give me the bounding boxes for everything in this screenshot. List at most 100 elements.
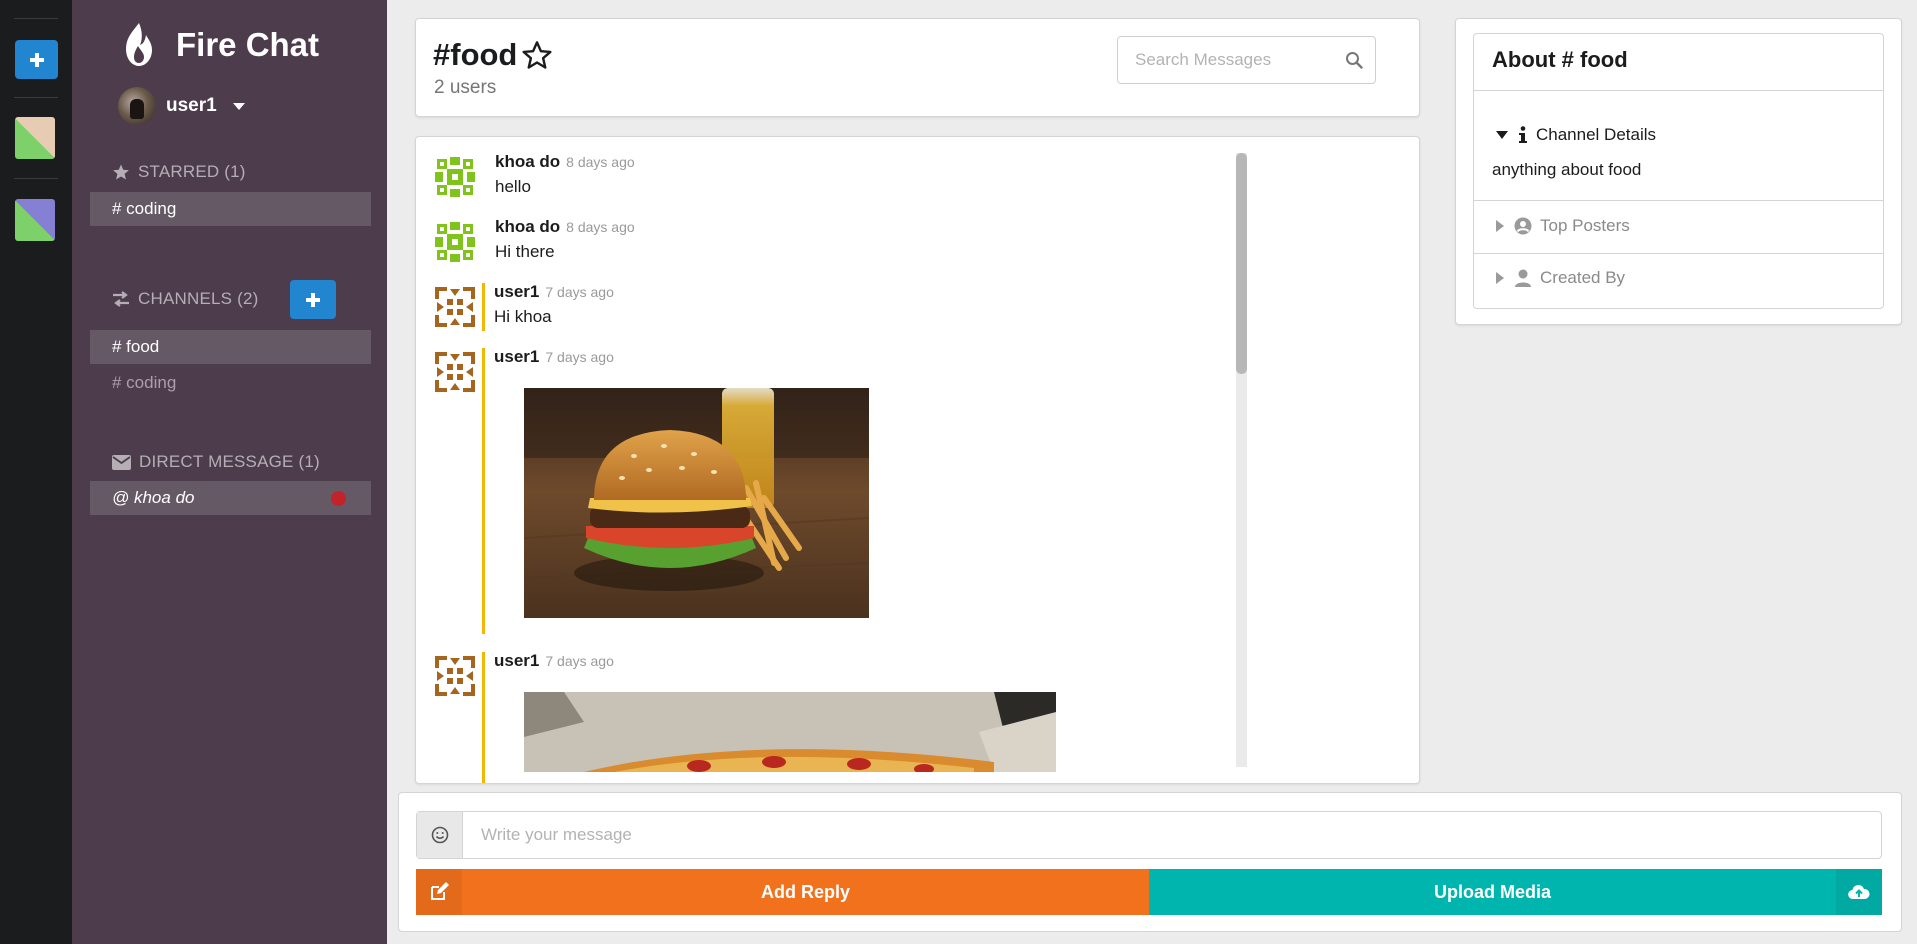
edit-icon: [416, 869, 462, 915]
color-swatch[interactable]: [15, 117, 55, 159]
channel-item-label: # food: [112, 337, 160, 356]
direct-message-label: DIRECT MESSAGE (1): [139, 452, 320, 471]
channel-item-food[interactable]: # food: [90, 330, 371, 364]
plus-icon: [29, 52, 44, 67]
unread-indicator: [331, 491, 346, 506]
plus-icon: [306, 292, 320, 307]
avatar: [433, 654, 477, 698]
channel-item-coding[interactable]: # coding: [90, 366, 371, 400]
message-time: 8 days ago: [566, 219, 635, 235]
message-author[interactable]: user1: [494, 347, 539, 366]
own-message-bar: [482, 652, 485, 783]
divider: [14, 18, 58, 19]
divider: [1474, 200, 1883, 201]
channel-details-accordion[interactable]: Channel Details: [1496, 125, 1656, 145]
created-by-label: Created By: [1540, 268, 1626, 287]
channels-header: CHANNELS (2): [112, 289, 258, 309]
caret-right-icon: [1496, 272, 1504, 284]
avatar: [433, 155, 477, 199]
divider: [14, 97, 58, 98]
divider: [1474, 253, 1883, 254]
burger-photo[interactable]: [524, 388, 869, 618]
message-author[interactable]: user1: [494, 651, 539, 670]
channel-item-label: # coding: [112, 373, 177, 392]
color-swatch[interactable]: [15, 199, 55, 241]
mail-icon: [112, 454, 131, 470]
messages-panel: khoa do 8 days ago hello khoa do 8 days ag…: [415, 136, 1420, 784]
message-meta: khoa do 8 days ago: [495, 152, 635, 172]
add-channel-button[interactable]: [290, 280, 336, 319]
channel-name: #food: [433, 37, 518, 72]
app-title: Fire Chat: [176, 26, 320, 63]
user-menu[interactable]: user1: [118, 87, 245, 125]
message-time: 7 days ago: [545, 653, 614, 669]
own-message-bar: [482, 348, 485, 634]
add-color-button[interactable]: [15, 40, 58, 79]
smile-icon: [431, 826, 448, 844]
top-posters-label: Top Posters: [1540, 216, 1630, 235]
channel-details-label: Channel Details: [1536, 125, 1657, 144]
message-text: Hi there: [495, 242, 555, 261]
top-posters-accordion[interactable]: Top Posters: [1496, 216, 1630, 236]
message-author[interactable]: khoa do: [495, 217, 560, 236]
message-meta: user1 7 days ago: [494, 282, 614, 302]
about-panel: About # food Channel Details anything ab…: [1455, 18, 1902, 325]
message-author[interactable]: khoa do: [495, 152, 560, 171]
channel-title: #food: [433, 37, 553, 73]
channels-label: CHANNELS (2): [138, 289, 259, 308]
avatar: [433, 285, 477, 329]
star-outline-icon[interactable]: [521, 39, 553, 71]
upload-media-button[interactable]: Upload Media: [1149, 869, 1882, 915]
upload-media-label: Upload Media: [1433, 881, 1551, 902]
message-author[interactable]: user1: [494, 282, 539, 301]
created-by-accordion[interactable]: Created By: [1496, 268, 1625, 288]
user-circle-icon: [1514, 217, 1532, 235]
direct-message-header: DIRECT MESSAGE (1): [112, 452, 320, 472]
starred-item-coding[interactable]: # coding: [90, 192, 371, 226]
flame-logo-icon: [126, 23, 152, 66]
divider: [14, 178, 58, 179]
add-reply-button[interactable]: Add Reply: [416, 869, 1149, 915]
brand: Fire Chat: [122, 22, 319, 68]
search-input[interactable]: [1118, 50, 1328, 70]
info-icon: [1519, 126, 1527, 143]
scrollbar-thumb[interactable]: [1236, 153, 1247, 374]
message-meta: user1 7 days ago: [494, 347, 614, 367]
message-input-group: [416, 811, 1882, 859]
caret-down-icon: [1496, 131, 1508, 139]
message-meta: user1 7 days ago: [494, 651, 614, 671]
chevron-down-icon: [232, 102, 245, 110]
divider: [1474, 90, 1883, 91]
message-text: hello: [495, 177, 531, 196]
channel-description: anything about food: [1492, 160, 1642, 179]
about-title: About # food: [1492, 47, 1628, 72]
user-icon: [1515, 269, 1531, 287]
direct-item-khoa-do[interactable]: @ khoa do: [90, 481, 371, 515]
cloud-upload-icon: [1836, 869, 1882, 915]
color-bar: [0, 0, 72, 944]
add-reply-label: Add Reply: [760, 881, 850, 902]
exchange-icon: [113, 291, 129, 307]
caret-right-icon: [1496, 220, 1504, 232]
emoji-button[interactable]: [417, 812, 463, 858]
avatar: [118, 87, 156, 125]
message-text: Hi khoa: [494, 307, 552, 326]
message-time: 7 days ago: [545, 349, 614, 365]
message-time: 7 days ago: [545, 284, 614, 300]
avatar: [433, 350, 477, 394]
pizza-photo[interactable]: [524, 692, 1056, 772]
message-input[interactable]: [463, 812, 1881, 858]
channel-header: #food 2 users: [415, 18, 1420, 117]
user-count: 2 users: [434, 77, 497, 98]
own-message-bar: [482, 283, 485, 331]
message-composer: Add Reply Upload Media: [398, 792, 1902, 932]
starred-item-label: # coding: [112, 199, 177, 218]
avatar: [433, 220, 477, 264]
sidebar: Fire Chat user1 STARRED (1) # coding CHA…: [72, 0, 387, 944]
starred-label: STARRED (1): [138, 162, 246, 181]
search-icon[interactable]: [1345, 51, 1363, 69]
message-time: 8 days ago: [566, 154, 635, 170]
user-name: user1: [166, 95, 217, 116]
star-icon: [113, 164, 129, 180]
message-meta: khoa do 8 days ago: [495, 217, 635, 237]
